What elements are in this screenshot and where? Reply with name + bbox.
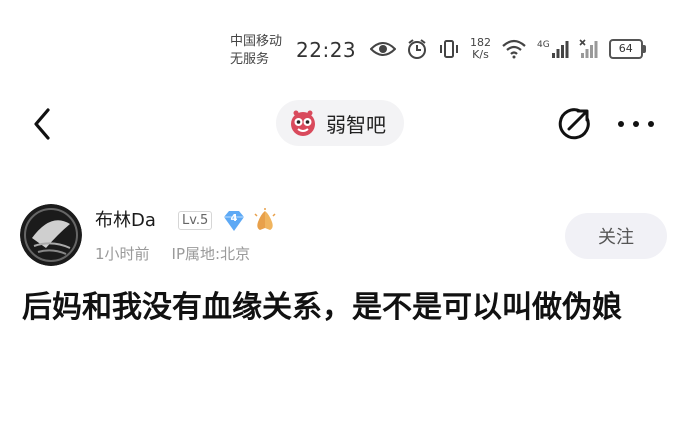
author-name[interactable]: 布林Da <box>95 206 156 232</box>
more-options-icon[interactable] <box>614 110 658 138</box>
ip-location: IP属地:北京 <box>171 245 251 263</box>
forum-header-button[interactable]: 弱智吧 <box>276 100 404 146</box>
no-signal-icon <box>579 39 598 58</box>
post-content: 后妈和我没有血缘关系，是不是可以叫做伪娘 <box>22 290 622 325</box>
forum-name: 弱智吧 <box>326 112 386 137</box>
status-time: 22:23 <box>296 38 357 62</box>
forum-logo-icon <box>291 110 315 136</box>
wifi-icon <box>502 39 526 59</box>
status-bar: 中国移动 无服务 22:23 182 K/s 4G 64 <box>0 0 690 80</box>
avatar[interactable] <box>20 204 82 266</box>
vibrate-icon <box>440 40 458 58</box>
folded-hands-badge-icon <box>254 208 276 230</box>
share-icon[interactable] <box>556 106 592 142</box>
diamond-badge-level: 4 <box>230 213 238 224</box>
post-time: 1小时前 <box>95 245 150 263</box>
net-speed-unit: K/s <box>472 48 489 61</box>
post-meta: 1小时前 IP属地:北京 <box>95 243 250 264</box>
service-status: 无服务 <box>230 52 270 67</box>
signal-icon <box>551 41 569 58</box>
carrier-name: 中国移动 <box>230 34 283 49</box>
carrier-info: 中国移动 无服务 <box>230 33 282 69</box>
follow-button[interactable]: 关注 <box>565 213 667 259</box>
diamond-badge-icon: 4 <box>222 210 246 232</box>
back-arrow-icon[interactable] <box>28 104 58 144</box>
battery-indicator: 64 <box>608 39 646 59</box>
signal-label: 4G <box>537 40 550 50</box>
eye-icon <box>370 42 396 56</box>
level-badge: Lv.5 <box>178 211 213 230</box>
alarm-icon <box>408 39 426 59</box>
status-icons: 182 K/s 4G 64 <box>370 34 646 64</box>
net-speed: 182 K/s <box>470 37 491 61</box>
